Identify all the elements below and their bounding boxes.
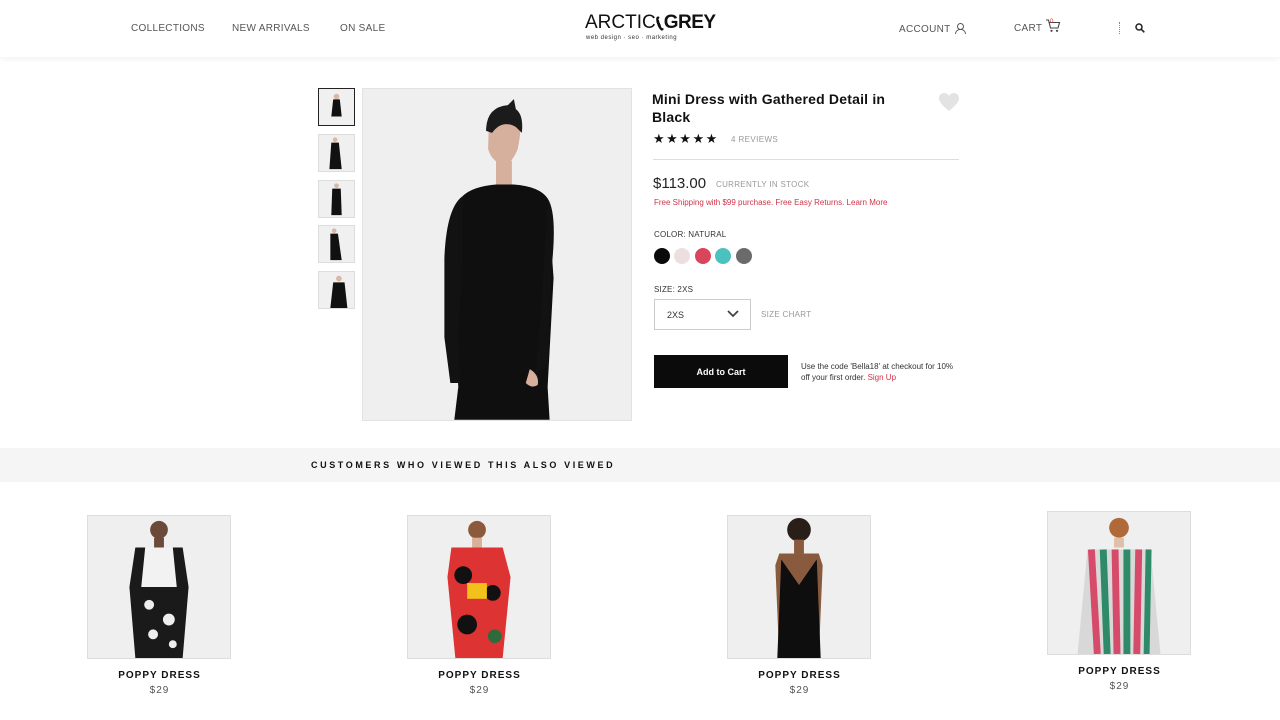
product-price: $113.00 [653,175,707,192]
account-label: ACCOUNT [899,24,951,35]
product-thumbnail-4[interactable] [318,225,355,263]
product-title: Mini Dress with Gathered Detail in Black [652,91,886,125]
main-product-image[interactable] [362,88,632,421]
color-swatch[interactable] [715,248,731,264]
shipping-notice[interactable]: Free Shipping with $99 purchase. Free Ea… [654,198,887,207]
user-icon [954,23,966,34]
cart-link[interactable]: CART [1014,23,1042,34]
recommended-product-card[interactable]: POPPY DRESS $29 [407,515,552,696]
header-divider [1119,22,1120,34]
recommended-product-card[interactable]: POPPY DRESS $29 [87,515,232,696]
cart-count-badge: 0 [1050,19,1054,25]
color-swatch[interactable] [674,248,690,264]
chevron-down-icon [727,310,739,318]
add-to-cart-button[interactable]: Add to Cart [654,355,788,388]
also-viewed-band [0,448,1280,482]
star-rating: ★★★★★ [653,131,719,146]
cart-label: CART [1014,23,1043,34]
recommended-product-image[interactable] [87,515,231,659]
recommended-product-price: $29 [789,685,810,696]
size-label: SIZE: 2XS [654,285,694,294]
product-thumbnail-1[interactable] [318,88,355,126]
site-logo[interactable]: ARCTIC GREY web design · seo · marketing [585,12,716,44]
account-link[interactable]: ACCOUNT [899,23,966,35]
recommended-product-name: POPPY DRESS [438,670,521,681]
size-select-value: 2XS [667,310,685,320]
also-viewed-title: CUSTOMERS WHO VIEWED THIS ALSO VIEWED [311,460,616,470]
reviews-link[interactable]: 4 REVIEWS [731,135,778,144]
recommended-product-card[interactable]: POPPY DRESS $29 [1047,511,1192,692]
recommended-product-price: $29 [149,685,170,696]
nav-on-sale[interactable]: ON SALE [340,23,385,34]
logo-text-arctic: ARCTIC [585,12,656,33]
recommended-product-name: POPPY DRESS [758,670,841,681]
product-thumbnail-5[interactable] [318,271,355,309]
heart-icon[interactable] [938,92,960,112]
site-header: COLLECTIONS NEW ARRIVALS ON SALE ARCTIC G… [0,0,1280,57]
size-select[interactable]: 2XS [654,299,751,330]
search-icon[interactable] [1135,23,1145,33]
color-swatch[interactable] [695,248,711,264]
product-thumbnail-3[interactable] [318,180,355,218]
recommended-product-image[interactable] [407,515,551,659]
recommended-product-price: $29 [1109,681,1130,692]
nav-collections[interactable]: COLLECTIONS [131,23,205,34]
color-swatch[interactable] [654,248,670,264]
stock-status: CURRENTLY IN STOCK [716,180,810,189]
recommended-product-card[interactable]: POPPY DRESS $29 [727,515,872,696]
color-swatch[interactable] [736,248,752,264]
product-thumbnail-2[interactable] [318,134,355,172]
recommended-product-name: POPPY DRESS [118,670,201,681]
nav-new-arrivals[interactable]: NEW ARRIVALS [232,23,310,34]
recommended-product-name: POPPY DRESS [1078,666,1161,677]
recommended-product-price: $29 [469,685,490,696]
logo-tagline: web design · seo · marketing [586,35,678,41]
recommended-product-image[interactable] [1047,511,1191,655]
recommended-product-image[interactable] [727,515,871,659]
logo-text-grey: GREY [663,12,716,33]
details-divider [653,159,959,160]
promo-message: Use the code 'Bella18' at checkout for 1… [801,362,961,383]
size-chart-link[interactable]: SIZE CHART [761,310,811,319]
sign-up-link[interactable]: Sign Up [868,373,896,382]
color-label: COLOR: NATURAL [654,230,727,239]
